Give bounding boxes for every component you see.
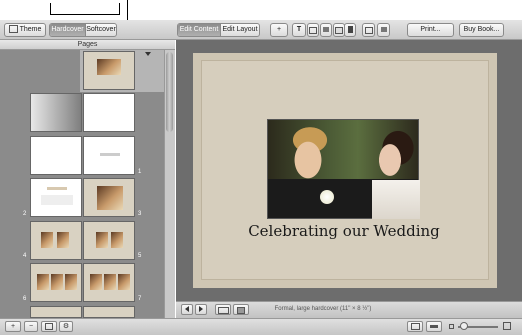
edit-layout-option[interactable]: Edit Layout bbox=[220, 24, 259, 36]
text-placeholder bbox=[41, 195, 73, 205]
print-button[interactable]: Print... bbox=[407, 23, 454, 37]
page-thumbnail-blank[interactable] bbox=[30, 136, 82, 175]
page-number: 7 bbox=[138, 296, 142, 302]
page-7-photo bbox=[104, 274, 116, 290]
page-layout-icon bbox=[45, 323, 53, 330]
two-page-icon bbox=[217, 307, 229, 314]
next-page-button[interactable] bbox=[195, 304, 207, 315]
cover-thumbnail-photo bbox=[97, 59, 121, 75]
pages-scrollbar-thumb[interactable] bbox=[166, 52, 173, 132]
page-thumbnail-blank[interactable] bbox=[83, 93, 135, 132]
page-thumbnail-page-8[interactable] bbox=[30, 306, 82, 318]
map-icon bbox=[335, 27, 343, 34]
book-format-status: Formal, large hardcover (11" × 8 ½") bbox=[274, 306, 372, 312]
two-page-view-button[interactable] bbox=[215, 304, 231, 315]
edit-content-option[interactable]: Edit Content bbox=[178, 24, 220, 36]
page-thumbnail-page-1[interactable] bbox=[83, 136, 135, 175]
cover-options-arrow-icon[interactable] bbox=[145, 52, 151, 56]
arrange-back-icon bbox=[364, 27, 373, 34]
cover-photo-boutonniere bbox=[320, 190, 334, 204]
text-placeholder bbox=[47, 187, 67, 190]
page-6-photo bbox=[37, 274, 49, 290]
callout-line-top-right bbox=[119, 3, 120, 15]
single-page-view-button[interactable] bbox=[233, 304, 249, 315]
page-7-photo bbox=[118, 274, 130, 290]
gear-icon: ⚙ bbox=[62, 323, 70, 330]
arrange-front-button[interactable] bbox=[377, 23, 390, 37]
page-number: 3 bbox=[138, 211, 142, 217]
callout-line-top-bracket bbox=[50, 14, 120, 15]
page-5-photo bbox=[111, 232, 123, 248]
remove-page-button[interactable]: − bbox=[24, 321, 38, 332]
toolbar: Theme Hardcover Softcover Edit Content E… bbox=[0, 20, 522, 40]
page-number: 2 bbox=[23, 211, 27, 217]
page-layout-menu-button[interactable] bbox=[41, 321, 57, 332]
text-size-button[interactable] bbox=[426, 321, 442, 332]
single-page-icon bbox=[237, 307, 245, 314]
text-box-icon bbox=[309, 27, 317, 34]
page-5-photo bbox=[96, 232, 108, 248]
buy-book-button[interactable]: Buy Book... bbox=[459, 23, 504, 37]
edit-mode-segmented-control[interactable]: Edit Content Edit Layout bbox=[177, 23, 260, 37]
page-3-photo bbox=[97, 186, 123, 210]
page-number: 4 bbox=[23, 253, 27, 259]
page-thumbnail-endpaper[interactable] bbox=[30, 93, 82, 132]
bottom-bar bbox=[0, 318, 522, 335]
zoom-small-icon bbox=[449, 324, 454, 329]
screen-icon bbox=[410, 323, 420, 330]
arrange-front-icon bbox=[380, 27, 387, 32]
view-mode-button[interactable] bbox=[407, 321, 423, 332]
text-size-icon bbox=[430, 325, 438, 328]
text-tool-button[interactable]: T bbox=[292, 23, 306, 37]
page-thumbnail-page-7[interactable] bbox=[83, 263, 135, 302]
cover-photo-dress bbox=[372, 180, 420, 219]
settings-button[interactable]: ⚙ bbox=[59, 321, 73, 332]
text-placeholder bbox=[100, 153, 120, 156]
page-thumbnail-page-2[interactable] bbox=[30, 178, 82, 217]
previous-page-button[interactable] bbox=[181, 304, 193, 315]
photo-box-button[interactable] bbox=[320, 23, 332, 37]
page-number: 5 bbox=[138, 253, 142, 259]
text-box-button[interactable] bbox=[307, 23, 319, 37]
page-thumbnail-page-3[interactable] bbox=[83, 178, 135, 217]
pages-pane-header: Pages bbox=[0, 40, 175, 50]
page-number: 1 bbox=[138, 169, 142, 175]
page-6-photo bbox=[65, 274, 77, 290]
cover-type-segmented-control[interactable]: Hardcover Softcover bbox=[49, 23, 117, 37]
arrow-right-icon bbox=[199, 306, 203, 312]
hardcover-option[interactable]: Hardcover bbox=[50, 24, 85, 36]
page-thumbnail-page-5[interactable] bbox=[83, 221, 135, 260]
add-page-button[interactable]: + bbox=[5, 321, 21, 332]
photo-box-icon bbox=[323, 27, 329, 32]
arrow-left-icon bbox=[185, 306, 189, 312]
arrange-back-button[interactable] bbox=[362, 23, 375, 37]
page-4-photo bbox=[57, 232, 69, 248]
softcover-option[interactable]: Softcover bbox=[85, 24, 116, 36]
page-thumbnail-page-6[interactable] bbox=[30, 263, 82, 302]
page-6-photo bbox=[51, 274, 63, 290]
page-thumbnail-page-4[interactable] bbox=[30, 221, 82, 260]
page-layout-button[interactable] bbox=[344, 23, 356, 37]
theme-button[interactable]: Theme bbox=[4, 23, 46, 37]
page-7-photo bbox=[90, 274, 102, 290]
zoom-slider-knob[interactable] bbox=[460, 322, 468, 330]
page-4-photo bbox=[41, 232, 53, 248]
zoom-large-icon bbox=[503, 322, 511, 330]
book-icon bbox=[8, 25, 18, 34]
cover-title-text[interactable]: Celebrating our Wedding bbox=[210, 221, 478, 243]
page-number: 6 bbox=[23, 296, 27, 302]
add-item-button[interactable]: + bbox=[270, 23, 288, 37]
page-icon bbox=[347, 26, 353, 33]
cover-thumbnail[interactable] bbox=[83, 51, 135, 90]
page-thumbnail-page-9[interactable] bbox=[83, 306, 135, 318]
